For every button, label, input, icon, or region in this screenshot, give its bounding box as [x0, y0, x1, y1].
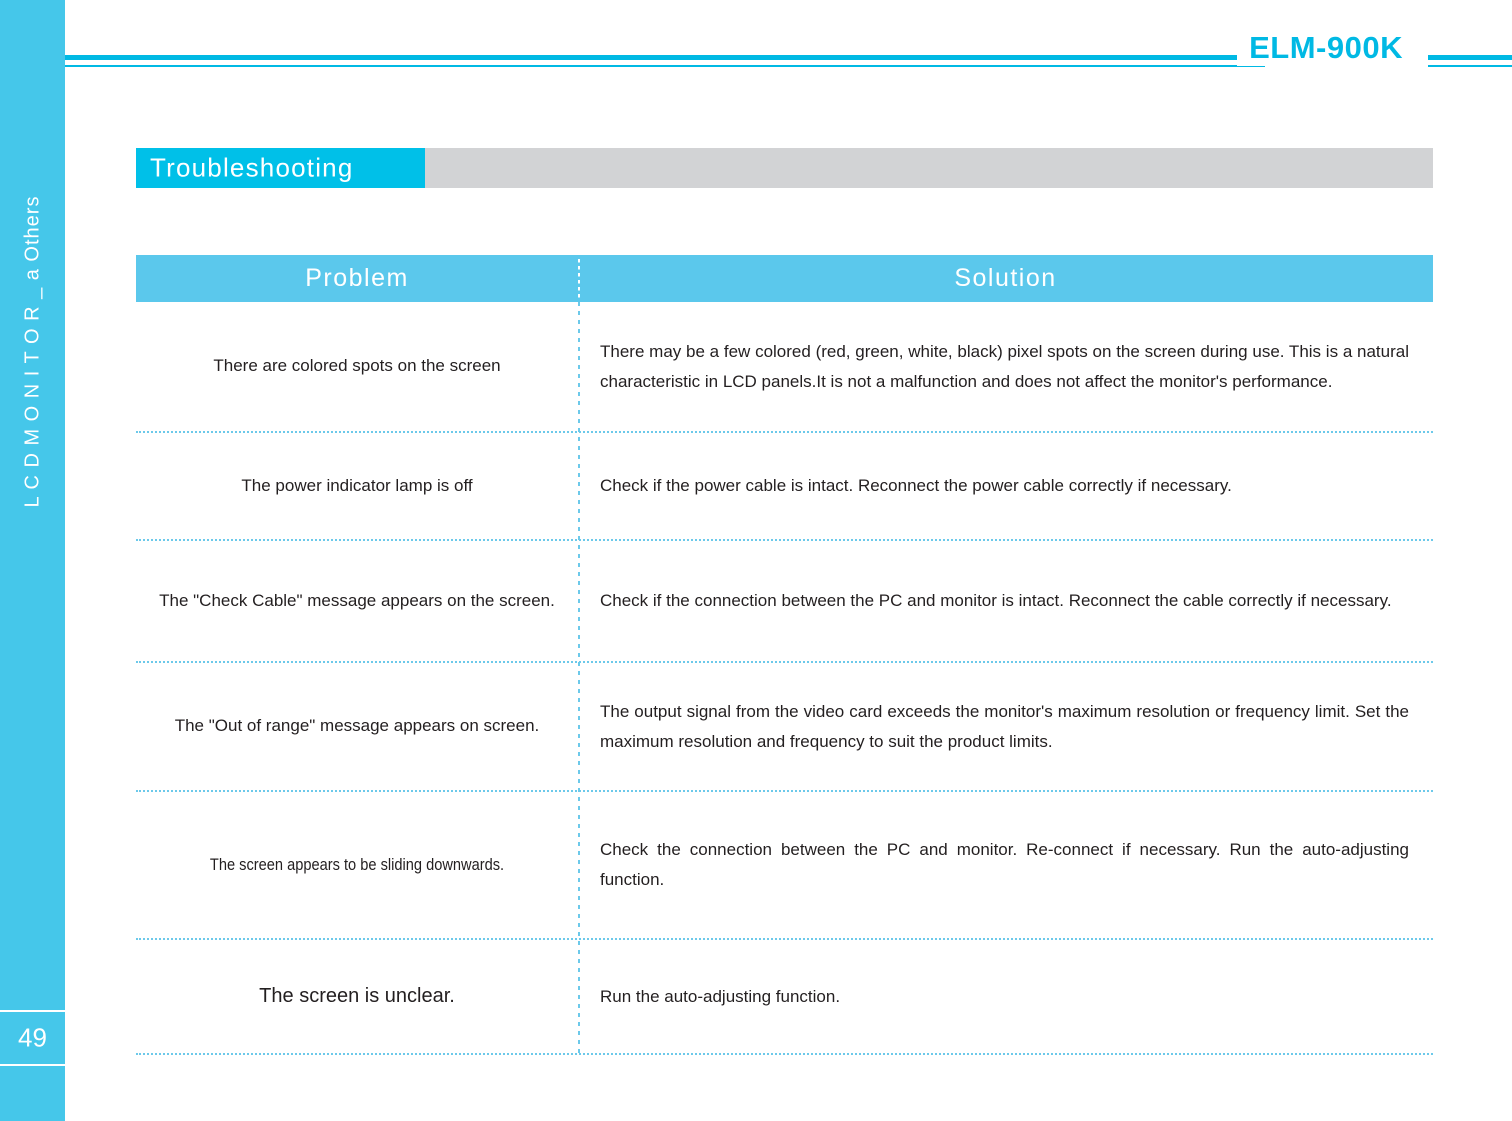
solution-text: Check the connection between the PC and …	[600, 840, 1409, 889]
problem-text: The power indicator lamp is off	[241, 475, 473, 495]
header-rule-left	[65, 55, 1265, 67]
problem-text: There are colored spots on the screen	[213, 356, 501, 376]
cell-problem: The "Out of range" message appears on sc…	[136, 663, 578, 790]
page-number: 49	[18, 1022, 47, 1053]
cell-solution: Check if the connection between the PC a…	[578, 541, 1433, 661]
table-row: The power indicator lamp is off Check if…	[136, 433, 1433, 541]
table-row: The screen appears to be sliding downwar…	[136, 792, 1433, 940]
cell-problem: The screen is unclear.	[136, 940, 578, 1053]
problem-text: The "Out of range" message appears on sc…	[174, 716, 540, 736]
table-body: There are colored spots on the screen Th…	[136, 302, 1433, 1055]
problem-text: The screen appears to be sliding downwar…	[209, 854, 505, 874]
cell-solution: Run the auto-adjusting function.	[578, 940, 1433, 1053]
sidebar-vertical-label: L C D M O N I T O R _ a Others	[21, 195, 43, 508]
solution-text: Check if the power cable is intact. Reco…	[600, 476, 1232, 496]
model-name: ELM-900K	[1237, 30, 1415, 66]
cell-problem: The power indicator lamp is off	[136, 433, 578, 539]
cell-solution: Check the connection between the PC and …	[578, 792, 1433, 938]
problem-text: The "Check Cable" message appears on the…	[159, 590, 555, 610]
cell-problem: The "Check Cable" message appears on the…	[136, 541, 578, 661]
left-sidebar: L C D M O N I T O R _ a Others 49	[0, 0, 65, 1121]
solution-text: Run the auto-adjusting function.	[600, 986, 841, 1006]
table-row: The "Out of range" message appears on sc…	[136, 663, 1433, 792]
column-header-solution: Solution	[954, 264, 1057, 292]
page-header: ELM-900K	[65, 30, 1512, 84]
table-column-divider	[578, 302, 580, 1055]
cell-problem: There are colored spots on the screen	[136, 302, 578, 431]
problem-text: The screen is unclear.	[259, 985, 455, 1007]
column-header-problem: Problem	[305, 264, 409, 292]
table-row: The screen is unclear. Run the auto-adju…	[136, 940, 1433, 1055]
solution-text: The output signal from the video card ex…	[600, 701, 1409, 751]
section-title-tab: Troubleshooting	[136, 148, 425, 188]
solution-text: There may be a few colored (red, green, …	[600, 341, 1409, 391]
table-header-row: Problem Solution	[136, 255, 1433, 302]
table-row: There are colored spots on the screen Th…	[136, 302, 1433, 433]
section-title-label: Troubleshooting	[150, 152, 354, 183]
header-rule-right	[1428, 55, 1512, 67]
cell-solution: Check if the power cable is intact. Reco…	[578, 433, 1433, 539]
troubleshooting-table: Problem Solution There are colored spots…	[136, 255, 1433, 1055]
cell-problem: The screen appears to be sliding downwar…	[167, 792, 547, 938]
table-row: The "Check Cable" message appears on the…	[136, 541, 1433, 663]
section-title-bar: Troubleshooting	[136, 148, 1433, 188]
header-column-divider	[578, 259, 580, 298]
cell-solution: The output signal from the video card ex…	[578, 663, 1433, 790]
page-number-box: 49	[0, 1010, 65, 1066]
cell-solution: There may be a few colored (red, green, …	[578, 302, 1433, 431]
solution-text: Check if the connection between the PC a…	[600, 591, 1392, 611]
